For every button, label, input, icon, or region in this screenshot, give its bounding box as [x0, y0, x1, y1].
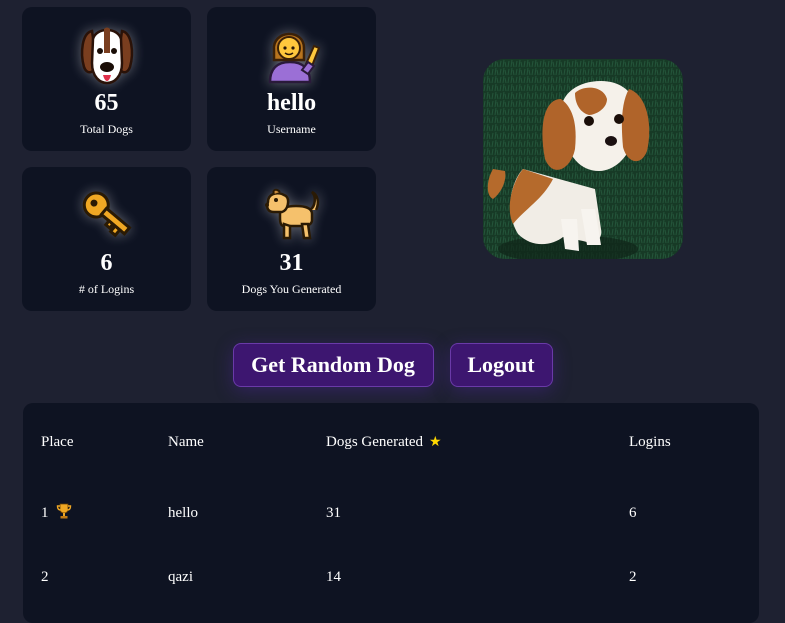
cell-name: qazi — [168, 568, 193, 585]
action-bar: Get Random Dog Logout — [0, 343, 785, 387]
cell-logins: 2 — [629, 568, 637, 585]
stat-card-dogs-generated: 31 Dogs You Generated — [207, 167, 376, 311]
trophy-icon — [56, 503, 72, 524]
leaderboard: Place Name Dogs Generated ★ Logins 1 hel… — [23, 403, 759, 623]
cell-name: hello — [168, 504, 198, 521]
stat-value: 6 — [100, 250, 113, 276]
get-random-dog-button[interactable]: Get Random Dog — [232, 343, 434, 387]
stat-label: Username — [267, 122, 316, 136]
stat-value: 31 — [279, 250, 304, 276]
table-header-row: Place Name Dogs Generated ★ Logins — [23, 403, 759, 481]
logout-button[interactable]: Logout — [449, 343, 553, 387]
cell-logins: 6 — [629, 504, 637, 521]
stat-card-logins: 6 # of Logins — [22, 167, 191, 311]
place-value: 1 — [41, 504, 49, 521]
column-header-name: Name — [168, 433, 204, 450]
leaderboard-table: Place Name Dogs Generated ★ Logins 1 hel… — [23, 403, 759, 609]
stat-card-username: hello Username — [207, 7, 376, 151]
cell-place: 1 — [23, 481, 168, 545]
stat-card-total-dogs: 65 Total Dogs — [22, 7, 191, 151]
stat-value: hello — [266, 90, 317, 116]
hound-dog-face-icon — [75, 22, 139, 86]
stats-grid: 65 Total Dogs hello Username 6 # of Logi… — [22, 7, 376, 311]
stat-label: Total Dogs — [80, 122, 133, 136]
column-header-dogs: Dogs Generated ★ — [326, 403, 629, 481]
stat-label: Dogs You Generated — [241, 282, 342, 296]
star-icon: ★ — [429, 434, 442, 450]
stat-label: # of Logins — [78, 282, 135, 296]
cell-place: 2 — [41, 568, 49, 585]
woman-tipping-hand-icon — [260, 22, 324, 86]
column-header-logins: Logins — [629, 433, 671, 450]
stat-value: 65 — [94, 90, 119, 116]
key-icon — [75, 182, 139, 246]
cell-dogs: 14 — [326, 568, 341, 585]
table-row: 2 qazi 14 2 — [23, 545, 759, 609]
column-header-dogs-label: Dogs Generated — [326, 433, 424, 450]
dog-icon — [260, 182, 324, 246]
dog-photo — [483, 59, 683, 259]
column-header-place: Place — [41, 433, 74, 450]
table-row: 1 hello 31 6 — [23, 481, 759, 545]
cell-dogs: 31 — [326, 504, 341, 521]
